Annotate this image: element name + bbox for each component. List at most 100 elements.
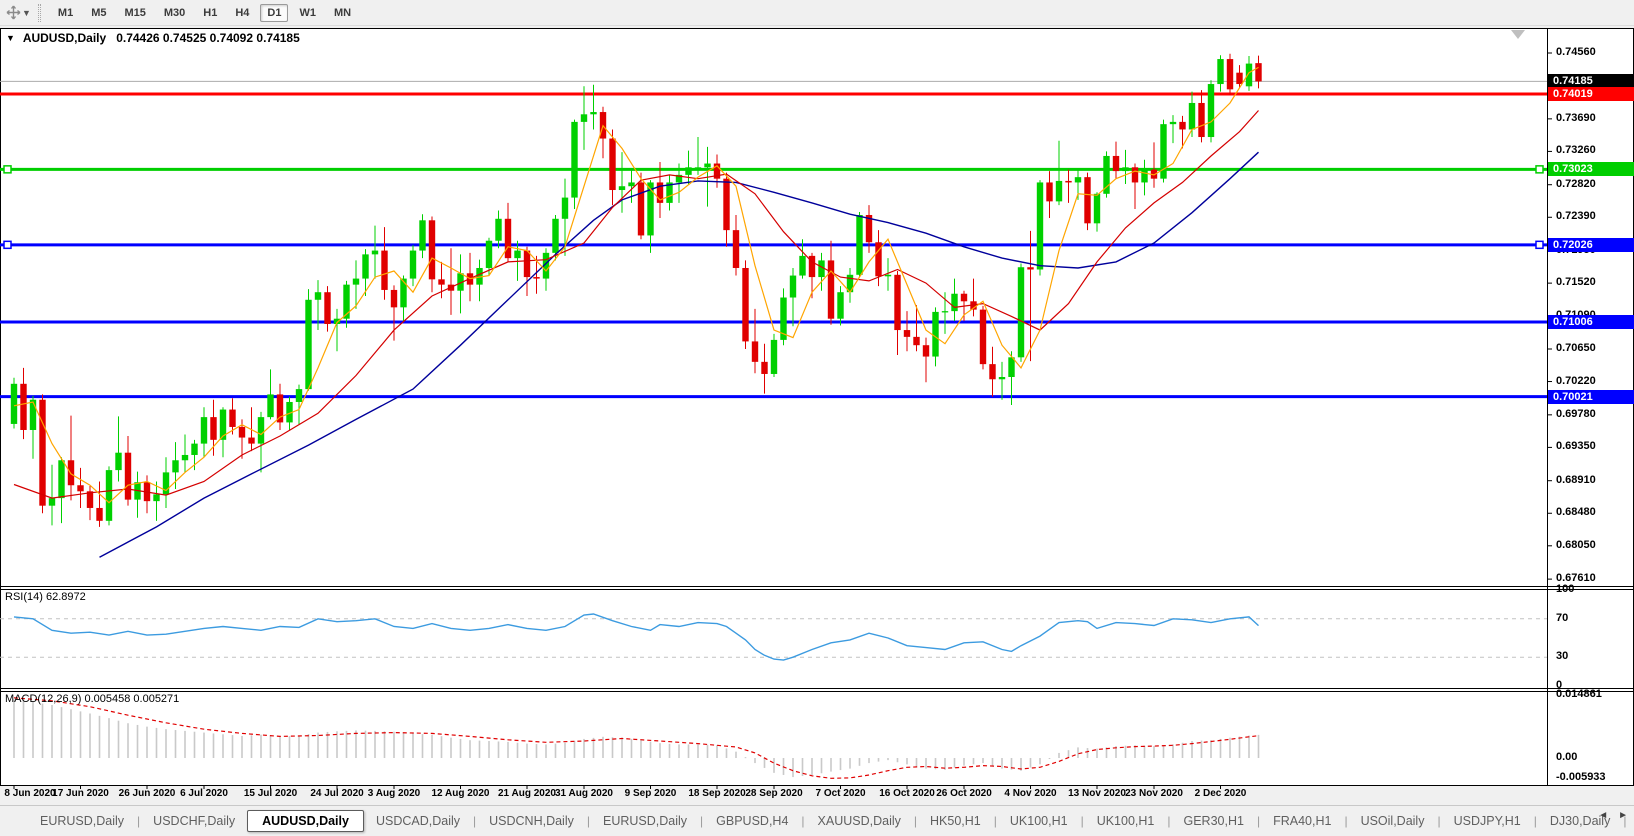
chart-tab-eurusd-daily[interactable]: EURUSD,Daily [591, 811, 699, 831]
macd-histogram-bar [42, 704, 44, 758]
candle-body [533, 277, 539, 279]
tab-separator: | [914, 814, 917, 828]
macd-histogram-bar [669, 744, 671, 758]
tab-scroll-left-icon[interactable]: ◄ [1598, 810, 1608, 821]
chart-tab-audusd-daily[interactable]: AUDUSD,Daily [247, 810, 364, 832]
price-badge: 0.71006 [1548, 315, 1634, 329]
rsi-tick-label: 100 [1556, 583, 1574, 595]
candle-body [1008, 357, 1014, 377]
macd-histogram-bar [412, 733, 414, 758]
level-line-handle[interactable] [4, 241, 11, 248]
candle-body [885, 275, 891, 277]
macd-histogram-bar [840, 758, 842, 770]
price-tick-label: 0.68050 [1556, 539, 1596, 551]
chart-tab-uk100-h1[interactable]: UK100,H1 [1085, 811, 1167, 831]
rsi-tick-label: 70 [1556, 612, 1568, 624]
candle-body [1103, 156, 1109, 194]
chart-tab-eurusd-daily[interactable]: EURUSD,Daily [28, 811, 136, 831]
tab-separator: | [473, 814, 476, 828]
chart-tab-gbpusd-h4[interactable]: GBPUSD,H4 [704, 811, 800, 831]
macd-histogram-bar [89, 713, 91, 758]
macd-histogram-bar [213, 733, 215, 758]
macd-histogram-bar [232, 735, 234, 758]
chart-tab-usdcnh-daily[interactable]: USDCNH,Daily [477, 811, 586, 831]
date-tick-label: 2 Dec 2020 [1195, 788, 1247, 799]
chart-tab-china300-h1[interactable]: CHINA300,H1 [1627, 811, 1634, 831]
chart-title: ▼ AUDUSD,Daily 0.74426 0.74525 0.74092 0… [6, 31, 300, 45]
chart-tab-usdchf-daily[interactable]: USDCHF,Daily [141, 811, 247, 831]
candle-body [172, 460, 178, 472]
candle-body [723, 179, 729, 230]
macd-histogram-bar [241, 736, 243, 758]
macd-histogram-bar [1039, 758, 1041, 764]
chart-tab-ger30-h1[interactable]: GER30,H1 [1172, 811, 1256, 831]
macd-histogram-bar [583, 739, 585, 758]
chart-tab-fra40-h1[interactable]: FRA40,H1 [1261, 811, 1343, 831]
candle-body [1217, 59, 1223, 84]
chart-tab-uk100-h1[interactable]: UK100,H1 [998, 811, 1080, 831]
candle-body [258, 417, 264, 443]
macd-histogram-bar [925, 758, 927, 769]
chart-tab-usdjpy-h1[interactable]: USDJPY,H1 [1442, 811, 1533, 831]
macd-histogram-bar [811, 758, 813, 775]
candle-body [68, 460, 74, 485]
macd-histogram-bar [726, 748, 728, 758]
macd-histogram-bar [374, 731, 376, 758]
macd-histogram-bar [1153, 746, 1155, 758]
macd-histogram-bar [346, 731, 348, 758]
macd-histogram-bar [688, 744, 690, 758]
candle-body [20, 384, 26, 430]
chart-tab-xauusd-daily[interactable]: XAUUSD,Daily [806, 811, 913, 831]
macd-histogram-bar [260, 735, 262, 758]
candle-body [1170, 122, 1176, 124]
macd-histogram-bar [564, 743, 566, 758]
price-tick-label: 0.73260 [1556, 144, 1596, 156]
candle-body [372, 251, 378, 255]
macd-histogram-bar [222, 734, 224, 758]
macd-histogram-bar [631, 739, 633, 758]
candle-body [1132, 167, 1138, 182]
macd-tick-label: -0.005933 [1556, 771, 1606, 783]
level-line-handle[interactable] [1536, 241, 1543, 248]
price-badge: 0.72026 [1548, 238, 1634, 252]
level-line-handle[interactable] [1536, 166, 1543, 173]
candle-body [1246, 64, 1252, 87]
candle-body [30, 400, 36, 430]
macd-histogram-bar [1248, 736, 1250, 758]
candle-body [619, 186, 625, 190]
ohlc-low: 0.74092 [210, 31, 253, 45]
level-line-handle[interactable] [4, 166, 11, 173]
tab-scroll-right-icon[interactable]: ► [1618, 810, 1628, 821]
price-tick-label: 0.68480 [1556, 506, 1596, 518]
candle-body [562, 198, 568, 219]
candle-body [581, 114, 587, 122]
macd-histogram-bar [897, 758, 899, 762]
price-tick-label: 0.72820 [1556, 178, 1596, 190]
candle-body [951, 294, 957, 311]
macd-histogram-bar [327, 732, 329, 758]
chart-tab-hk50-h1[interactable]: HK50,H1 [918, 811, 993, 831]
date-tick-label: 16 Oct 2020 [879, 788, 935, 799]
candle-body [1084, 177, 1090, 223]
chart-tab-usoil-daily[interactable]: USOil,Daily [1349, 811, 1437, 831]
macd-histogram-bar [792, 758, 794, 777]
chart-tab-usdcad-daily[interactable]: USDCAD,Daily [364, 811, 472, 831]
candle-body [239, 427, 245, 438]
date-tick-label: 24 Jul 2020 [310, 788, 363, 799]
macd-histogram-bar [298, 736, 300, 758]
macd-histogram-bar [13, 700, 15, 758]
chart-symbol-label: AUDUSD,Daily [23, 31, 106, 45]
candle-body [695, 167, 701, 168]
macd-histogram-bar [859, 758, 861, 766]
price-badge: 0.74019 [1548, 87, 1634, 101]
candle-body [1141, 170, 1147, 183]
tab-separator: | [1534, 814, 1537, 828]
candle-body [923, 345, 929, 356]
candle-body [353, 279, 359, 285]
date-tick-label: 18 Sep 2020 [688, 788, 745, 799]
collapse-chart-icon[interactable]: ▼ [6, 33, 15, 43]
date-tick-label: 6 Jul 2020 [180, 788, 228, 799]
candle-body [191, 444, 197, 455]
candle-body [248, 438, 254, 444]
price-chart-canvas[interactable] [0, 0, 1634, 836]
